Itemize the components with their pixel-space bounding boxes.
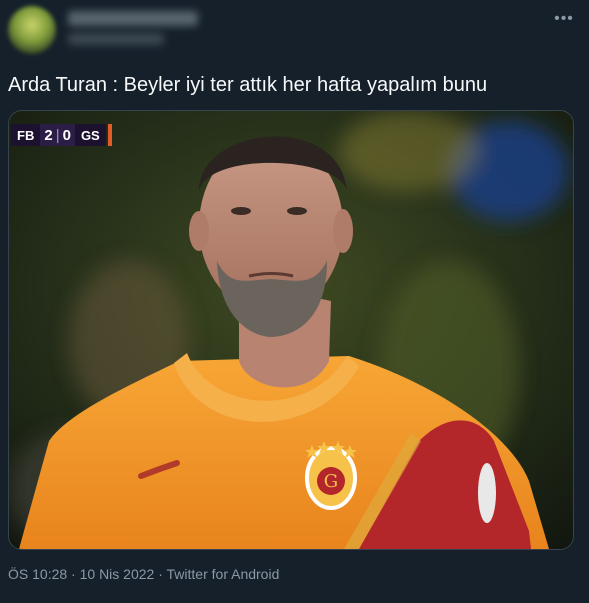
user-name-blurred[interactable] (68, 11, 198, 26)
more-options-button[interactable]: ••• (553, 8, 575, 30)
separator-dot: · (158, 566, 163, 582)
svg-text:G: G (324, 471, 338, 492)
away-team: GS (74, 124, 106, 146)
tweet-date[interactable]: 10 Nis 2022 (80, 566, 155, 582)
scoreboard-overlay: FB 2 | 0 GS (11, 124, 112, 146)
away-score: 0 (62, 126, 71, 144)
avatar[interactable] (8, 6, 56, 54)
team-color-bar (107, 124, 112, 146)
tweet-time[interactable]: ÖS 10:28 (8, 566, 67, 582)
user-handle-blurred (68, 33, 164, 45)
home-score: 2 (44, 126, 53, 144)
more-horizontal-icon: ••• (554, 10, 574, 27)
home-team: FB (11, 124, 41, 146)
tweet-photo[interactable]: G FB 2 | 0 GS (8, 110, 574, 550)
tweet-text: Arda Turan : Beyler iyi ter attık her ha… (8, 74, 488, 96)
separator-dot: · (71, 566, 76, 582)
photo-illustration: G (9, 111, 573, 549)
tweet-header: ••• (0, 0, 589, 62)
score-separator: | (55, 126, 60, 144)
tweet-meta: ÖS 10:28 · 10 Nis 2022 · Twitter for And… (8, 566, 279, 582)
tweet-source[interactable]: Twitter for Android (167, 566, 280, 582)
score: 2 | 0 (40, 124, 75, 146)
